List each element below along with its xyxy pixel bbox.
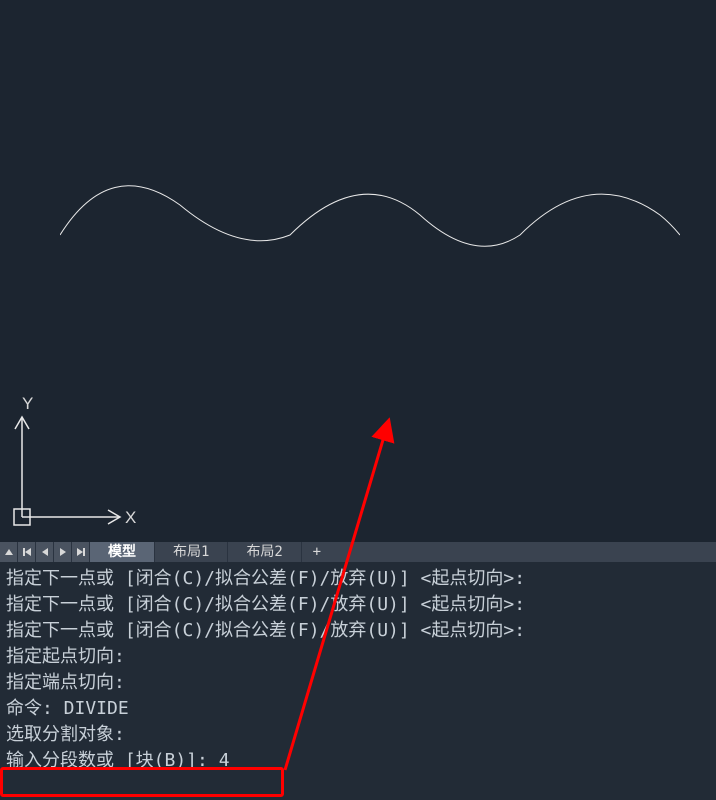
tab-last-icon[interactable] [72,542,90,562]
ucs-x-label: X [125,508,136,528]
tab-model[interactable]: 模型 [90,542,155,562]
tab-next-icon[interactable] [54,542,72,562]
tab-add-button[interactable]: + [302,542,332,562]
tab-scroll-up-icon[interactable] [0,542,18,562]
command-line: 指定下一点或 [闭合(C)/拟合公差(F)/放弃(U)] <起点切向>: [6,592,710,618]
tab-layout2[interactable]: 布局2 [228,542,301,562]
command-line: 命令: DIVIDE [6,696,710,722]
command-line: 指定起点切向: [6,644,710,670]
ucs-y-label: Y [22,394,33,414]
ucs-axis-icon: X Y [10,402,130,532]
drawing-canvas[interactable]: X Y [0,0,716,542]
command-line: 选取分割对象: [6,722,710,748]
tab-first-icon[interactable] [18,542,36,562]
command-input-line[interactable]: 输入分段数或 [块(B)]: 4 [6,748,710,774]
tab-layout1[interactable]: 布局1 [155,542,228,562]
spline-curve [60,175,680,285]
command-history-panel[interactable]: 指定下一点或 [闭合(C)/拟合公差(F)/放弃(U)] <起点切向>: 指定下… [0,562,716,800]
tab-prev-icon[interactable] [36,542,54,562]
command-line: 指定下一点或 [闭合(C)/拟合公差(F)/放弃(U)] <起点切向>: [6,618,710,644]
command-line: 指定端点切向: [6,670,710,696]
layout-tab-bar: 模型 布局1 布局2 + [0,542,716,562]
command-line: 指定下一点或 [闭合(C)/拟合公差(F)/放弃(U)] <起点切向>: [6,566,710,592]
